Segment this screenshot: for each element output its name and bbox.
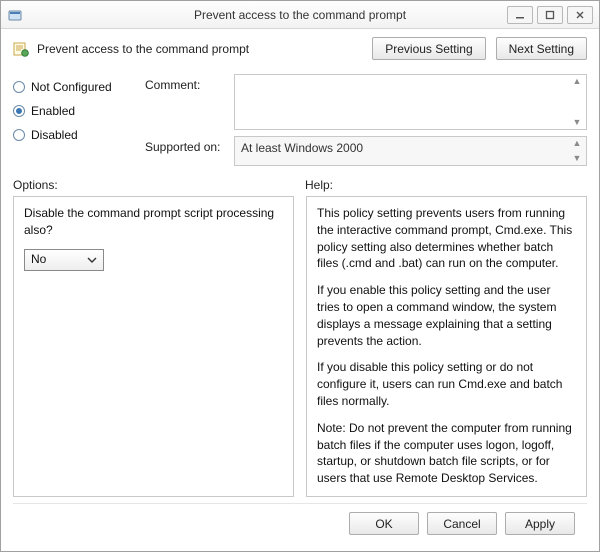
comment-label: Comment: bbox=[145, 74, 230, 92]
scroll-down-icon: ▼ bbox=[570, 154, 584, 163]
radio-disabled[interactable]: Disabled bbox=[13, 128, 133, 142]
scroll-down-icon: ▼ bbox=[570, 118, 584, 127]
scroll-up-icon: ▲ bbox=[570, 139, 584, 148]
dialog-window: Prevent access to the command prompt bbox=[0, 0, 600, 552]
radio-enabled[interactable]: Enabled bbox=[13, 104, 133, 118]
previous-setting-button[interactable]: Previous Setting bbox=[372, 37, 485, 60]
policy-heading: Prevent access to the command prompt bbox=[37, 42, 249, 56]
close-button[interactable] bbox=[567, 6, 593, 24]
dialog-body: Prevent access to the command prompt Pre… bbox=[1, 29, 599, 551]
supported-textbox: At least Windows 2000 ▲ ▼ bbox=[234, 136, 587, 166]
radio-label: Disabled bbox=[31, 128, 78, 142]
scrollbar[interactable]: ▲ ▼ bbox=[570, 137, 584, 165]
header-row: Prevent access to the command prompt Pre… bbox=[13, 37, 587, 60]
radio-icon bbox=[13, 81, 25, 93]
radio-label: Enabled bbox=[31, 104, 75, 118]
titlebar: Prevent access to the command prompt bbox=[1, 1, 599, 29]
minimize-button[interactable] bbox=[507, 6, 533, 24]
scroll-up-icon: ▲ bbox=[570, 77, 584, 86]
state-section: Not Configured Enabled Disabled Comment: bbox=[13, 74, 587, 166]
supported-label: Supported on: bbox=[145, 136, 230, 154]
nav-buttons: Previous Setting Next Setting bbox=[372, 37, 587, 60]
ok-button[interactable]: OK bbox=[349, 512, 419, 535]
radio-label: Not Configured bbox=[31, 80, 112, 94]
comment-textbox[interactable]: ▲ ▼ bbox=[234, 74, 587, 130]
help-paragraph: If you disable this policy setting or do… bbox=[317, 359, 576, 409]
dialog-footer: OK Cancel Apply bbox=[13, 503, 587, 545]
next-setting-button[interactable]: Next Setting bbox=[496, 37, 587, 60]
window-controls bbox=[507, 6, 593, 24]
help-panel: This policy setting prevents users from … bbox=[306, 196, 587, 497]
radio-icon bbox=[13, 105, 25, 117]
state-radios: Not Configured Enabled Disabled bbox=[13, 74, 133, 166]
help-paragraph: If you enable this policy setting and th… bbox=[317, 282, 576, 349]
help-paragraph: This policy setting prevents users from … bbox=[317, 205, 576, 272]
options-label: Options: bbox=[13, 178, 295, 192]
help-label: Help: bbox=[295, 178, 587, 192]
policy-icon bbox=[13, 41, 29, 57]
chevron-down-icon bbox=[85, 253, 99, 267]
apply-button[interactable]: Apply bbox=[505, 512, 575, 535]
supported-row: Supported on: At least Windows 2000 ▲ ▼ bbox=[145, 136, 587, 166]
radio-not-configured[interactable]: Not Configured bbox=[13, 80, 133, 94]
scrollbar[interactable]: ▲ ▼ bbox=[570, 75, 584, 129]
script-processing-select[interactable]: No bbox=[24, 249, 104, 271]
options-panel: Disable the command prompt script proces… bbox=[13, 196, 294, 497]
comment-row: Comment: ▲ ▼ bbox=[145, 74, 587, 130]
supported-value: At least Windows 2000 bbox=[241, 141, 363, 155]
help-paragraph: Note: Do not prevent the computer from r… bbox=[317, 420, 576, 487]
comment-supported-col: Comment: ▲ ▼ Supported on: At least Wind… bbox=[145, 74, 587, 166]
radio-icon bbox=[13, 129, 25, 141]
panels: Disable the command prompt script proces… bbox=[13, 196, 587, 497]
maximize-button[interactable] bbox=[537, 6, 563, 24]
select-value: No bbox=[31, 251, 46, 268]
app-icon bbox=[7, 7, 23, 23]
options-question: Disable the command prompt script proces… bbox=[24, 205, 283, 239]
cancel-button[interactable]: Cancel bbox=[427, 512, 497, 535]
panel-labels: Options: Help: bbox=[13, 178, 587, 192]
